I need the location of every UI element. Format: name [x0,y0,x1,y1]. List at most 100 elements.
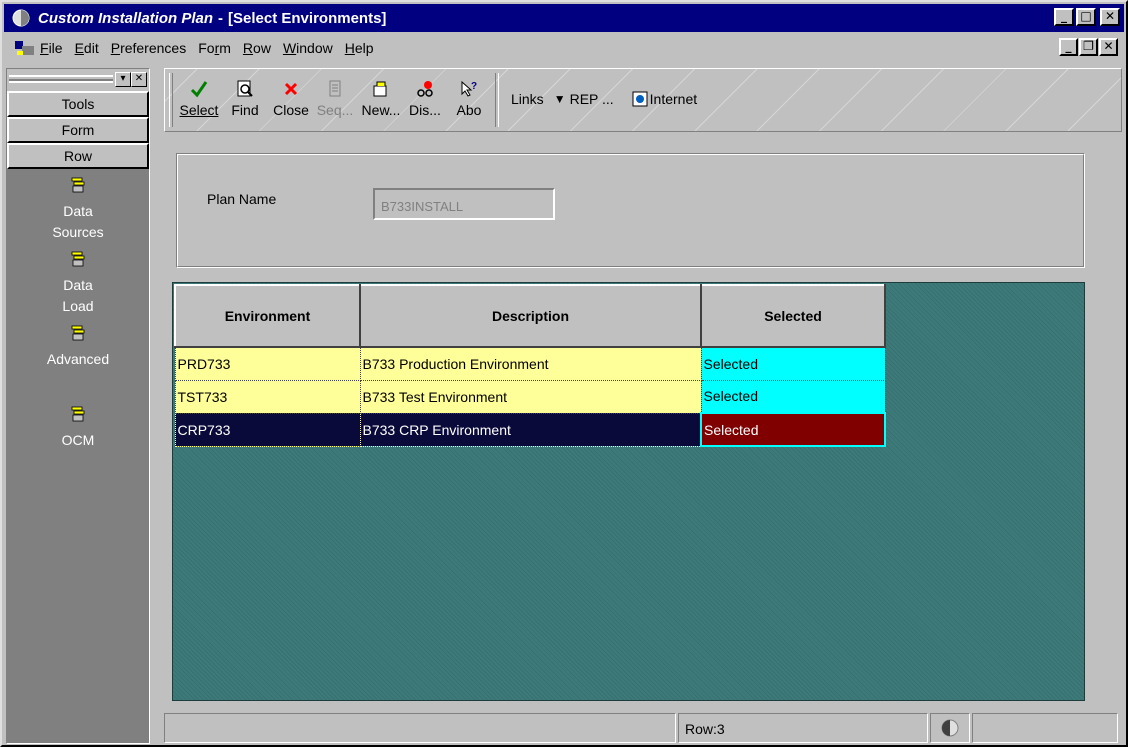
select-button[interactable]: Select [177,75,221,118]
app-globe-icon [12,9,30,27]
form-system-icon[interactable] [14,39,36,57]
display-button[interactable]: Dis... [403,75,447,118]
about-button-label: Abo [456,102,482,118]
links-group: Links ▼ REP ... Internet [511,91,697,107]
about-button[interactable]: ? Abo [447,75,491,118]
close-button-label: Close [273,102,309,118]
exit-item-label: Load [62,298,94,314]
menu-form[interactable]: Form [198,40,231,56]
menu-bar: File Edit Preferences Form Row Window He… [4,35,1124,61]
exit-icon [71,325,85,341]
form-title: [Select Environments] [228,9,387,27]
internet-icon[interactable] [632,91,648,107]
cell-description[interactable]: B733 CRP Environment [359,412,702,447]
environments-grid: Environment Description Selected PRD733 … [172,282,1085,701]
menu-help[interactable]: Help [345,40,374,56]
status-pane-message [164,713,676,743]
exit-bar-header[interactable]: ▾ ✕ [7,69,149,91]
exit-item-label: Data [63,203,93,219]
toolbar-grip[interactable] [169,73,173,127]
exit-item-data-load[interactable]: Data Load [7,243,149,317]
find-icon [237,80,253,97]
exit-bar-close-button[interactable]: ✕ [131,72,147,87]
display-button-label: Dis... [409,102,441,118]
cell-environment[interactable]: PRD733 [174,346,361,381]
exit-item-label: Advanced [46,351,110,367]
table-row[interactable]: PRD733 B733 Production Environment Selec… [174,346,886,381]
title-bar[interactable]: Custom Installation Plan - [Select Envir… [4,4,1124,32]
table-row-current[interactable]: CRP733 B733 CRP Environment Selected [174,412,886,447]
grid-table: Environment Description Selected PRD733 … [174,284,886,447]
exit-tab-row[interactable]: Row [7,143,149,169]
exit-icon [71,177,85,193]
exit-item-label: Sources [52,224,104,240]
grid-header-row: Environment Description Selected [174,284,886,348]
close-x-icon [284,82,298,96]
select-button-label: Select [179,102,219,118]
cell-description[interactable]: B733 Test Environment [359,379,702,414]
column-header-description[interactable]: Description [359,284,702,348]
menu-window[interactable]: Window [283,40,333,56]
exit-item-ocm[interactable]: OCM [7,398,149,451]
exit-bar-grip[interactable] [9,75,113,83]
exit-item-advanced[interactable]: Advanced [7,317,149,370]
exit-icon [71,251,85,267]
help-about-icon: ? [461,80,477,97]
sequence-button-label: Seq... [316,102,354,118]
close-button[interactable]: Close [269,75,313,118]
exit-bar-minimize-button[interactable]: ▾ [115,72,131,87]
links-label[interactable]: Links [511,91,544,107]
application-window: Custom Installation Plan - [Select Envir… [0,0,1128,747]
exit-item-label: OCM [61,432,95,448]
svg-text:?: ? [471,81,477,92]
menu-edit[interactable]: Edit [75,40,99,56]
toolbar-separator [495,73,499,127]
sequence-button[interactable]: Seq... [313,75,357,118]
toolbar: Select Find Close Seq... New... Dis... ?… [164,68,1122,132]
minimize-button[interactable]: _ [1054,8,1074,26]
cell-selected[interactable]: Selected [700,346,886,381]
cell-environment[interactable]: CRP733 [174,412,361,447]
sequence-icon [329,80,341,97]
globe-status-icon [941,719,959,737]
plan-name-field: B733INSTALL [373,188,555,220]
find-button-label: Find [231,102,259,118]
status-pane-extra [972,713,1118,743]
new-button[interactable]: New... [359,75,403,118]
exit-tab-tools[interactable]: Tools [7,91,149,117]
title-separator: - [218,9,224,27]
find-button[interactable]: Find [223,75,267,118]
menu-file[interactable]: File [40,40,63,56]
menu-row[interactable]: Row [243,40,271,56]
cell-environment[interactable]: TST733 [174,379,361,414]
cell-selected[interactable]: Selected [700,379,886,414]
exit-item-label: Data [63,277,93,293]
exit-bar: ▾ ✕ Tools Form Row Data Sources Data Loa… [6,68,150,744]
table-row[interactable]: TST733 B733 Test Environment Selected [174,379,886,414]
cell-selected[interactable]: Selected [700,412,886,447]
new-button-label: New... [361,102,401,118]
mdi-close-button[interactable]: ✕ [1099,38,1118,56]
column-header-environment[interactable]: Environment [174,284,361,348]
status-bar: Row:3 [164,713,1122,743]
plan-name-label: Plan Name [207,191,277,207]
cell-description[interactable]: B733 Production Environment [359,346,702,381]
menu-preferences[interactable]: Preferences [111,40,187,56]
mdi-restore-button[interactable]: ❐ [1079,38,1098,56]
dropdown-arrow-icon[interactable]: ▼ [554,92,566,106]
close-window-button[interactable]: ✕ [1100,8,1120,26]
rep-link[interactable]: REP ... [570,91,614,107]
display-icon [417,81,433,97]
exit-tab-form[interactable]: Form [7,117,149,143]
app-title: Custom Installation Plan [38,9,214,27]
check-icon [190,81,208,98]
new-folder-icon [373,81,387,97]
maximize-button[interactable]: □ [1076,8,1096,26]
internet-link[interactable]: Internet [650,91,697,107]
status-pane-icon [930,713,970,743]
exit-item-data-sources[interactable]: Data Sources [7,169,149,243]
mdi-minimize-button[interactable]: _ [1059,38,1078,56]
column-header-selected[interactable]: Selected [700,284,886,348]
header-group-box: Plan Name B733INSTALL [176,153,1085,268]
status-row-count: Row:3 [678,713,928,743]
